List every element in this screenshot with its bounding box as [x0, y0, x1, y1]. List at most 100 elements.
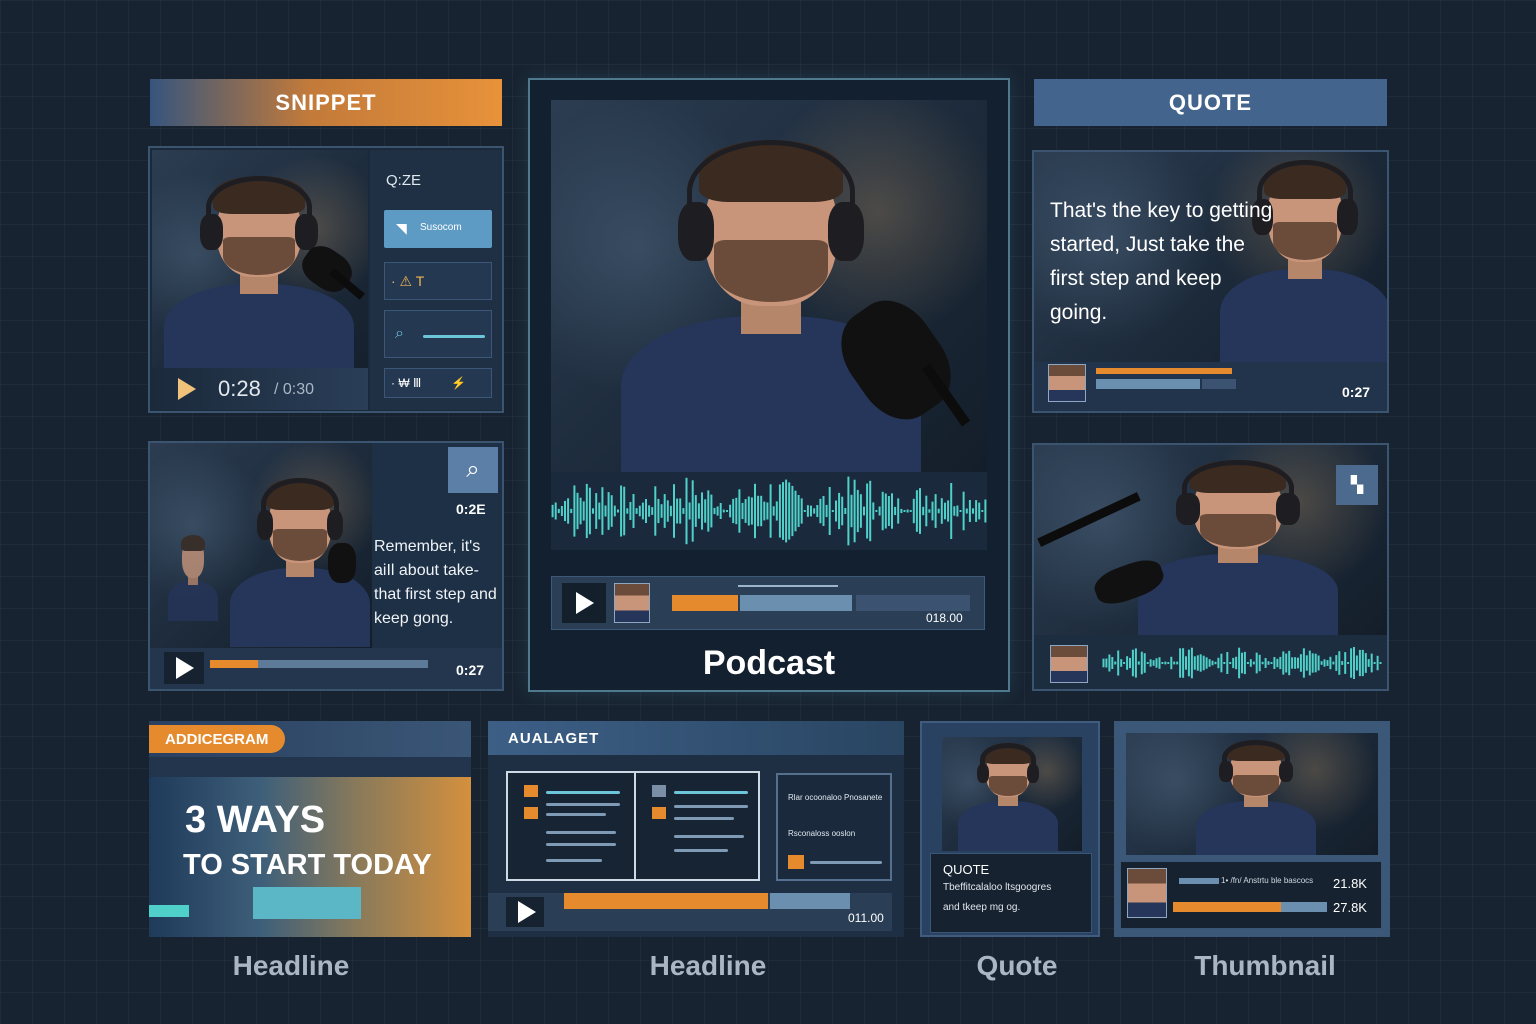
audiogram2-controls: 011.00	[488, 893, 892, 931]
side-item-4-right: ⚡	[451, 376, 466, 390]
magnifier-icon[interactable]: ⌕	[448, 447, 498, 493]
audiogram2-card: AUALAGET Rlar ocoonaloo Pnosanete Rscona…	[488, 721, 904, 937]
side-info-title: Rlar ocoonaloo Pnosanete	[788, 793, 883, 802]
checkbox-icon[interactable]	[652, 807, 666, 819]
time: 018.00	[926, 611, 963, 625]
checklist-panel	[506, 771, 760, 881]
quote-controls: 0:27	[1034, 362, 1387, 411]
headline-card: ADDICEGRAM 3 WAYS TO START TODAY	[149, 721, 471, 937]
headline-graphic[interactable]: 3 WAYS TO START TODAY	[149, 777, 471, 937]
progress-track[interactable]	[258, 660, 428, 668]
headline-banner-label: ADDICEGRAM	[165, 731, 269, 748]
side-item-4[interactable]: · ₩ Ⅲ ⚡	[384, 368, 492, 398]
host-figure	[1196, 735, 1316, 855]
side-item-3[interactable]: ⌕	[384, 310, 492, 358]
snippet-video[interactable]: 0:28 / 0:30	[152, 150, 368, 410]
progress-track[interactable]	[770, 893, 850, 909]
podcast-video[interactable]	[551, 100, 987, 472]
side-item-label: Susocom	[420, 222, 462, 233]
audiogram-video-card: ▚	[1032, 443, 1389, 691]
magnifier-icon: ⌕	[395, 325, 404, 342]
snippet-banner: SNIPPET	[150, 79, 502, 126]
avatar	[614, 583, 650, 623]
thumbnail-caption: Thumbnail	[1194, 950, 1336, 981]
guest-figure	[168, 531, 218, 621]
play-button[interactable]	[562, 583, 606, 623]
snippet-controls: 0:28 / 0:30	[152, 368, 368, 410]
stat2-bar	[1173, 902, 1327, 912]
audiogram2-banner-label: AUALAGET	[508, 730, 600, 747]
podcast-label: Podcast	[702, 644, 836, 682]
bookmark-icon[interactable]: ▚	[1336, 465, 1378, 505]
snippet2-video[interactable]	[150, 443, 372, 648]
headline2-caption: Headline	[649, 950, 767, 981]
play-icon	[176, 657, 194, 679]
audiogram-controls	[1034, 635, 1387, 689]
time-top: 0:2E	[456, 501, 486, 517]
microphone	[328, 543, 356, 583]
avatar	[1127, 868, 1167, 918]
stat2-value: 27.8K	[1333, 900, 1367, 915]
progress-buffer	[740, 595, 852, 611]
headline-line2: TO START TODAY	[183, 849, 432, 881]
snippet2-side: ⌕ 0:2E Remember, it's aiIl about take- t…	[372, 443, 502, 648]
quote-banner: QUOTE	[1034, 79, 1387, 126]
progress-track[interactable]	[856, 595, 970, 611]
host-figure	[621, 126, 921, 472]
avatar	[1050, 645, 1088, 683]
stat1-text: 1• /fn/ Anstrtu ble bascocs	[1221, 876, 1314, 885]
avatar	[1048, 364, 1086, 402]
checkbox-icon[interactable]	[524, 807, 538, 819]
small-quote-label: QUOTE	[943, 862, 990, 877]
snippet2-quote: Remember, it's aiIl about take- that fir…	[374, 538, 497, 627]
quote-card: That's the key to getting started, Just …	[1032, 150, 1389, 413]
checkbox-icon[interactable]	[652, 785, 666, 797]
small-quote-line1: Tbeffitcalaloo ltsgoogres	[943, 882, 1052, 893]
headline-banner: ADDICEGRAM	[149, 721, 471, 757]
time: 0:27	[1342, 384, 1371, 400]
play-button[interactable]	[164, 652, 204, 684]
progress-rest	[1202, 379, 1236, 389]
time: 0:27	[456, 662, 485, 678]
audiogram2-banner: AUALAGET	[488, 721, 904, 755]
snippet2-controls: 0:27	[150, 648, 502, 689]
small-quote-card: QUOTE Tbeffitcalaloo ltsgoogres and tkee…	[920, 721, 1100, 937]
side-item-active[interactable]: ◥ Susocom	[384, 210, 492, 248]
play-icon	[576, 592, 594, 614]
snippet-banner-label: SNIPPET	[275, 89, 377, 115]
play-button[interactable]	[506, 897, 544, 927]
podcast-card: 018.00 Podcast	[528, 78, 1010, 692]
podcast-player: 018.00	[551, 576, 985, 630]
waveform	[1102, 647, 1382, 679]
audiogram-video[interactable]: ▚	[1034, 445, 1387, 635]
scrubber-line	[738, 585, 838, 587]
stat1-value: 21.8K	[1333, 876, 1367, 891]
headline-caption: Headline	[232, 950, 350, 981]
stat1-bar	[1179, 878, 1219, 884]
progress-track[interactable]	[1096, 379, 1200, 389]
waveform	[551, 476, 987, 546]
quote-caption: Quote	[976, 950, 1058, 981]
podcast-waveform-strip	[551, 472, 987, 550]
checkbox-icon[interactable]	[524, 785, 538, 797]
headline-line1: 3 WAYS	[185, 799, 326, 841]
progress-played	[1096, 368, 1232, 374]
side-item-4-label: · ₩ Ⅲ	[391, 376, 422, 390]
quote-text: That's the key to getting started, Just …	[1050, 199, 1273, 324]
snippet-sidebar: Q:ZE ◥ Susocom · ⚠ T ⌕ · ₩ Ⅲ ⚡	[370, 150, 502, 410]
thumbnail-video[interactable]	[1126, 733, 1378, 855]
play-icon[interactable]	[178, 378, 196, 400]
thumbnail-card: 1• /fn/ Anstrtu ble bascocs 21.8K 27.8K	[1114, 721, 1390, 937]
time-total: / 0:30	[274, 381, 315, 398]
progress-played	[210, 660, 258, 668]
snippet2-card: ⌕ 0:2E Remember, it's aiIl about take- t…	[148, 441, 504, 691]
play-icon	[518, 901, 536, 923]
quote-banner-label: QUOTE	[1168, 89, 1253, 115]
side-item-2[interactable]: · ⚠ T	[384, 262, 492, 300]
thumbnail-stats: 1• /fn/ Anstrtu ble bascocs 21.8K 27.8K	[1120, 861, 1382, 929]
small-quote-video[interactable]	[942, 737, 1082, 851]
snippet-card: 0:28 / 0:30 Q:ZE ◥ Susocom · ⚠ T ⌕ · ₩ Ⅲ…	[148, 146, 504, 413]
host-figure	[1138, 453, 1338, 635]
progress-played	[672, 595, 738, 611]
side-time: Q:ZE	[386, 172, 422, 189]
